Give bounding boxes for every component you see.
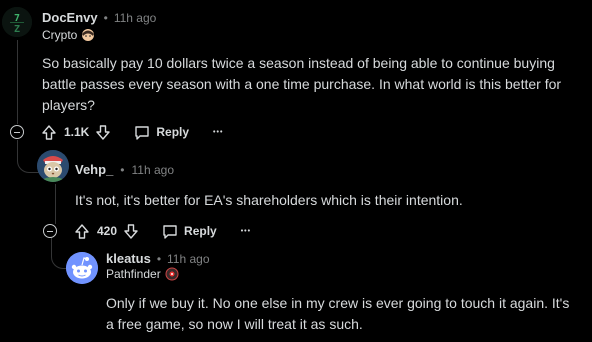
vote-count: 420 [97,224,118,238]
comment-line: battle passes every season with a one ti… [42,76,562,92]
comment-bubble-icon [135,125,150,140]
comment-line: a free game, so now I will treat it as s… [106,316,363,332]
flair-emoji-icon [165,267,179,281]
comment-bubble-icon [163,224,177,239]
flair-emoji-icon [82,29,95,41]
user-flair: Pathfinder [106,267,179,281]
comment-body: Only if we buy it. No one else in my cre… [106,293,569,335]
timestamp[interactable]: 11h ago [114,11,157,25]
avatar-image [37,150,69,182]
collapse-icon[interactable] [10,125,24,139]
avatar-docenvy[interactable]: 7 Z [2,7,32,37]
reply-label: Reply [184,224,217,238]
separator-dot: • [156,251,162,266]
snoo-avatar[interactable] [66,252,98,284]
username[interactable]: Vehp_ [75,162,113,177]
thread-line-2 [55,184,56,224]
reply-button[interactable]: Reply [134,125,189,140]
flair-text: Crypto [42,28,78,42]
more-icon[interactable]: ••• [241,228,251,235]
comment-actions: 1.1K Reply ••• [42,123,223,141]
flair-text: Pathfinder [106,267,161,281]
thread-branch-2 [51,238,66,269]
separator-dot: • [103,10,108,25]
timestamp[interactable]: 11h ago [132,163,175,177]
user-flair: Crypto [42,28,95,42]
comment-header: Vehp_ • 11h ago [75,162,174,177]
comment-line: players? [42,97,95,113]
svg-text:Z: Z [14,24,20,35]
upvote-icon[interactable] [42,124,56,140]
avatar-image: 7 Z [2,7,32,37]
comment-line: Only if we buy it. No one else in my cre… [106,295,570,311]
downvote-icon[interactable] [96,124,111,140]
collapse-icon[interactable] [43,224,57,238]
username[interactable]: kleatus [106,251,151,266]
comment-body: So basically pay 10 dollars twice a seas… [42,53,561,116]
avatar-vehp[interactable] [37,150,69,182]
avatar-image [66,252,98,284]
comment-line: It's not, it's better for EA's sharehold… [75,192,463,208]
username[interactable]: DocEnvy [42,10,98,25]
more-icon[interactable]: ••• [213,129,223,136]
comment-header: kleatus • 11h ago [106,251,210,266]
comment-header: DocEnvy • 11h ago [42,10,156,25]
timestamp[interactable]: 11h ago [167,252,210,266]
comment-body: It's not, it's better for EA's sharehold… [75,190,463,211]
upvote-icon[interactable] [75,223,89,239]
thread-line-1 [17,40,18,124]
reply-label: Reply [156,125,190,139]
comment-line: So basically pay 10 dollars twice a seas… [42,55,555,71]
downvote-icon[interactable] [124,223,138,239]
vote-count: 1.1K [64,125,90,139]
reply-button[interactable]: Reply [162,224,217,239]
comment-actions: 420 Reply ••• [75,222,251,240]
separator-dot: • [120,162,125,177]
